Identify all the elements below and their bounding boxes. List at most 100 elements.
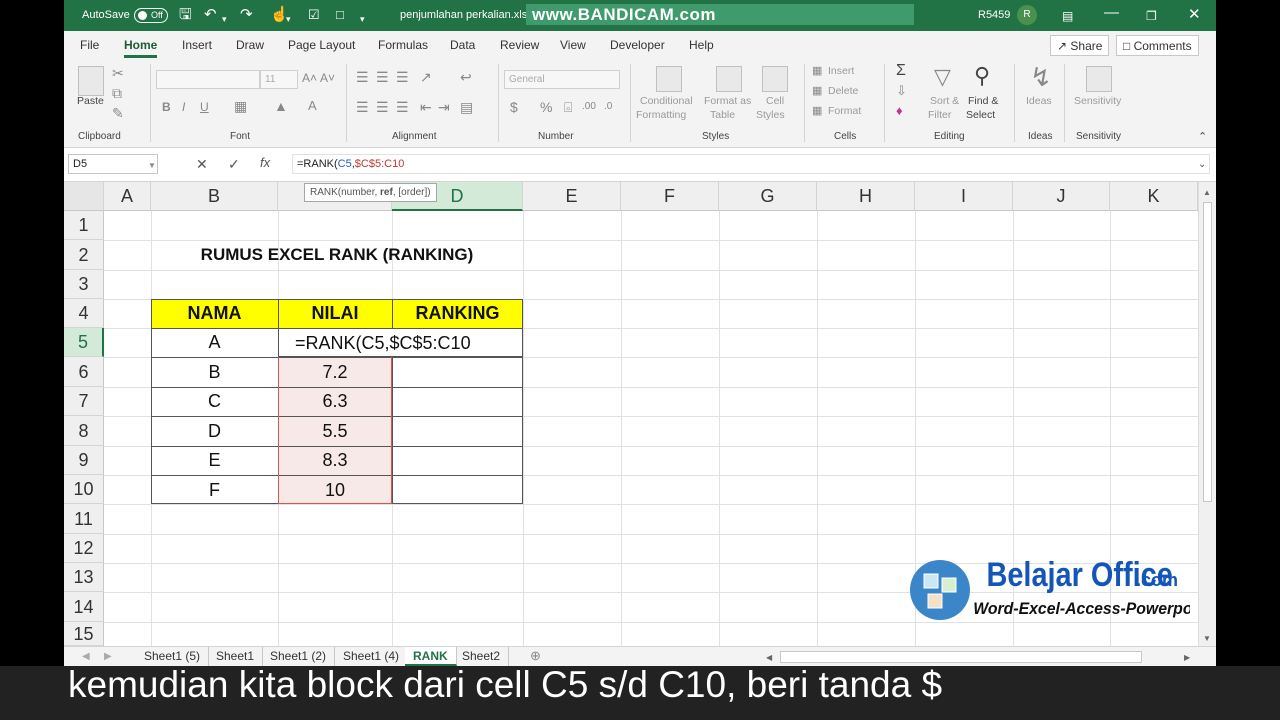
- orientation-icon[interactable]: ↗: [420, 70, 432, 84]
- paste-icon[interactable]: [78, 66, 104, 96]
- column-header-f[interactable]: F: [621, 182, 719, 211]
- row-header[interactable]: 1: [64, 211, 104, 240]
- copy-icon[interactable]: ⧉: [112, 86, 122, 100]
- row-header[interactable]: 13: [64, 563, 104, 592]
- tab-home[interactable]: Home: [124, 38, 158, 58]
- print-preview-icon[interactable]: ☑: [308, 7, 320, 23]
- cell-nama[interactable]: E: [151, 446, 278, 475]
- column-header-a[interactable]: A: [104, 182, 151, 211]
- row-header[interactable]: 4: [64, 299, 104, 328]
- sort-label[interactable]: Sort &: [930, 95, 959, 108]
- underline-icon[interactable]: U: [200, 100, 209, 114]
- ideas-label[interactable]: Ideas: [1026, 95, 1052, 108]
- header-nilai[interactable]: NILAI: [278, 299, 392, 328]
- scroll-right-icon[interactable]: ▶: [1184, 651, 1190, 665]
- format-as-label[interactable]: Format as: [704, 95, 751, 108]
- comments-button[interactable]: □ Comments: [1116, 35, 1199, 56]
- tab-formulas[interactable]: Formulas: [378, 38, 428, 52]
- increase-font-icon[interactable]: A˄: [302, 71, 317, 85]
- avatar[interactable]: R: [1017, 5, 1037, 25]
- insert-function-icon[interactable]: fx: [260, 156, 270, 170]
- format-cells-icon[interactable]: ▦: [812, 104, 822, 118]
- tab-developer[interactable]: Developer: [610, 38, 665, 52]
- autosave-toggle[interactable]: Off: [134, 8, 168, 23]
- column-header-i[interactable]: I: [915, 182, 1013, 211]
- customize-toolbar-icon[interactable]: ▾: [360, 11, 365, 27]
- autosum-icon[interactable]: Σ: [896, 63, 906, 79]
- format-painter-icon[interactable]: ✎: [112, 106, 124, 120]
- column-header-k[interactable]: K: [1110, 182, 1198, 211]
- tab-insert[interactable]: Insert: [182, 38, 212, 52]
- column-header-e[interactable]: E: [523, 182, 621, 211]
- add-sheet-icon[interactable]: ⊕: [530, 649, 541, 663]
- column-header-h[interactable]: H: [817, 182, 915, 211]
- touch-dropdown-icon[interactable]: ▾: [286, 11, 291, 27]
- font-color-icon[interactable]: A: [308, 99, 317, 113]
- filter-label[interactable]: Filter: [928, 109, 951, 122]
- fill-color-icon[interactable]: ▲: [274, 99, 288, 113]
- row-header[interactable]: 9: [64, 446, 104, 475]
- scroll-up-icon[interactable]: ▲: [1203, 186, 1211, 200]
- row-header[interactable]: 2: [64, 240, 104, 270]
- align-left-icon[interactable]: ☰: [356, 100, 369, 114]
- merge-center-icon[interactable]: ▤: [460, 100, 473, 114]
- minimize-icon[interactable]: —: [1104, 5, 1119, 21]
- insert-cells-icon[interactable]: ▦: [812, 64, 822, 78]
- sensitivity-label[interactable]: Sensitivity: [1074, 95, 1121, 108]
- vertical-scrollbar[interactable]: ▲ ▼: [1198, 182, 1216, 646]
- column-header-b[interactable]: B: [151, 182, 278, 211]
- next-sheet-icon[interactable]: ▶: [104, 650, 112, 664]
- delete-label[interactable]: Delete: [828, 85, 858, 98]
- tab-data[interactable]: Data: [450, 38, 475, 52]
- header-nama[interactable]: NAMA: [151, 299, 278, 328]
- decrease-font-icon[interactable]: A˅: [320, 71, 335, 85]
- tab-page-layout[interactable]: Page Layout: [288, 38, 355, 52]
- restore-icon[interactable]: ❐: [1146, 8, 1157, 24]
- row-header[interactable]: 6: [64, 357, 104, 387]
- column-header-j[interactable]: J: [1013, 182, 1110, 211]
- increase-decimal-icon[interactable]: .00: [582, 100, 596, 114]
- tab-review[interactable]: Review: [500, 38, 539, 52]
- prev-sheet-icon[interactable]: ◀: [82, 650, 90, 664]
- cell-nama[interactable]: D: [151, 416, 278, 445]
- scroll-down-icon[interactable]: ▼: [1203, 632, 1211, 646]
- close-icon[interactable]: ✕: [1188, 7, 1201, 23]
- cell-nama[interactable]: B: [151, 357, 278, 386]
- italic-icon[interactable]: I: [182, 100, 185, 114]
- find-label[interactable]: Find &: [968, 95, 998, 108]
- cell-nama[interactable]: A: [151, 328, 278, 357]
- cell-nama[interactable]: C: [151, 387, 278, 416]
- cell-label[interactable]: Cell: [766, 95, 784, 108]
- align-right-icon[interactable]: ☰: [396, 100, 409, 114]
- delete-cells-icon[interactable]: ▦: [812, 84, 822, 98]
- borders-icon[interactable]: ▦: [234, 99, 247, 113]
- header-ranking[interactable]: RANKING: [392, 299, 523, 328]
- undo-dropdown-icon[interactable]: ▾: [222, 11, 227, 27]
- row-header[interactable]: 12: [64, 534, 104, 563]
- select-label[interactable]: Select: [966, 109, 995, 122]
- sensitivity-icon[interactable]: [1086, 66, 1112, 92]
- row-header[interactable]: 14: [64, 592, 104, 622]
- font-name-select[interactable]: [156, 70, 260, 89]
- row-header[interactable]: 5: [64, 328, 104, 357]
- number-format-select[interactable]: General: [504, 70, 620, 89]
- decrease-indent-icon[interactable]: ⇤: [420, 100, 432, 114]
- bold-icon[interactable]: B: [162, 100, 171, 114]
- row-header[interactable]: 7: [64, 387, 104, 416]
- top-align-icon[interactable]: ☰: [356, 70, 369, 84]
- save-icon[interactable]: 🖫: [179, 7, 192, 23]
- name-box-dropdown-icon[interactable]: ▼: [148, 159, 156, 173]
- tab-help[interactable]: Help: [689, 38, 714, 52]
- find-select-icon[interactable]: ⚲: [974, 64, 990, 88]
- format-label[interactable]: Format: [828, 105, 861, 118]
- formula-input[interactable]: =RANK(C5,$C$5:C10: [292, 154, 1210, 174]
- styles-label[interactable]: Styles: [756, 109, 785, 122]
- horizontal-scroll-thumb[interactable]: [780, 651, 1142, 663]
- comma-style-icon[interactable]: ⌻: [564, 100, 572, 114]
- collapse-ribbon-icon[interactable]: ⌃: [1198, 130, 1207, 144]
- table-label[interactable]: Table: [710, 109, 735, 122]
- share-button[interactable]: ↗ Share: [1050, 35, 1110, 56]
- sort-filter-icon[interactable]: ▽: [934, 66, 951, 88]
- tab-file[interactable]: File: [80, 38, 99, 52]
- font-size-select[interactable]: 11: [260, 70, 298, 89]
